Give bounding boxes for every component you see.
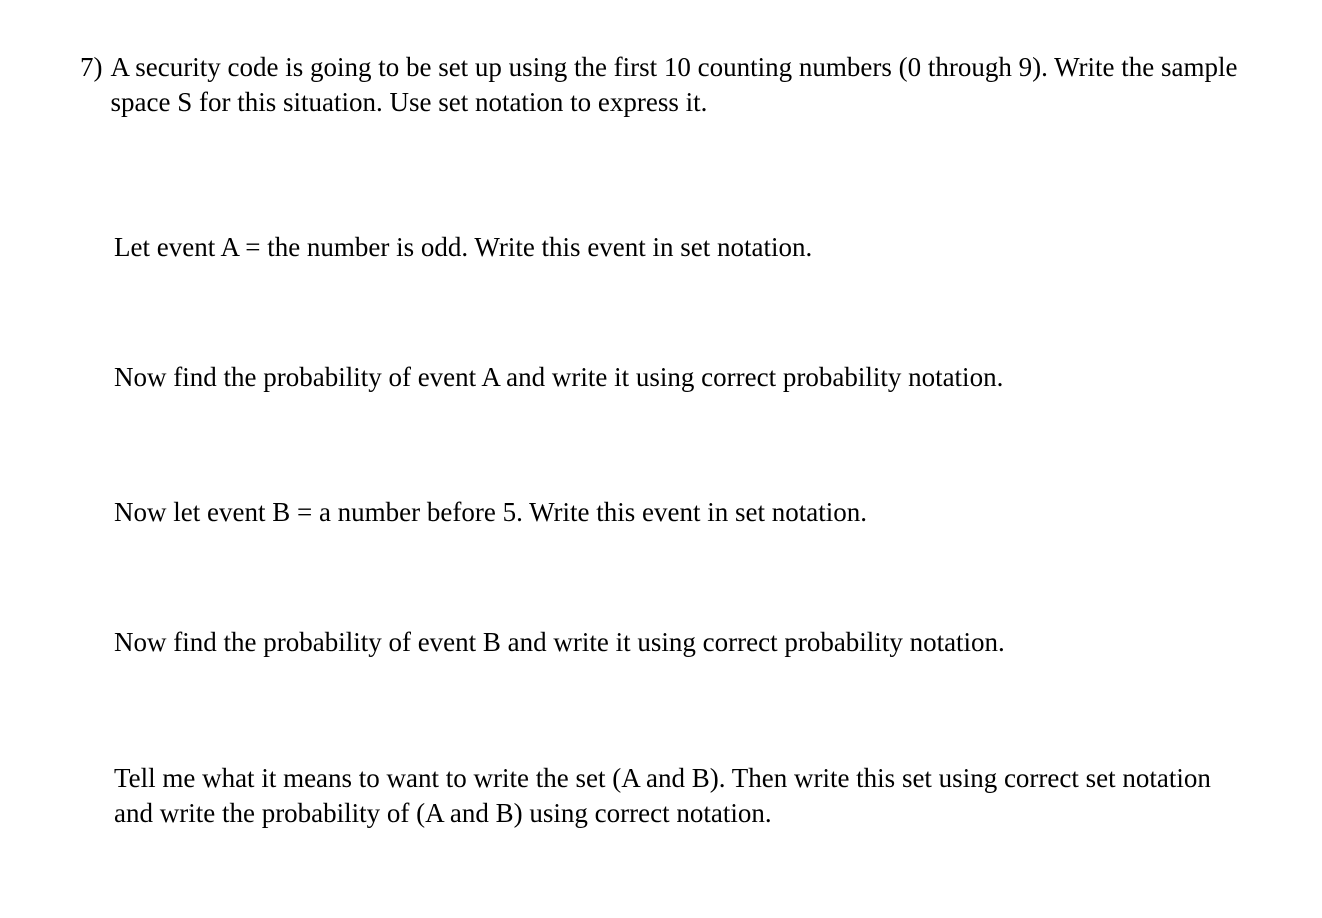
part-b: Now find the probability of event A and … xyxy=(80,360,1242,395)
question-number: 7) xyxy=(80,50,111,120)
question-prompt: A security code is going to be set up us… xyxy=(111,50,1243,120)
part-c: Now let event B = a number before 5. Wri… xyxy=(80,495,1242,530)
part-e: Tell me what it means to want to write t… xyxy=(80,761,1242,831)
part-d: Now find the probability of event B and … xyxy=(80,625,1242,660)
page: 7) A security code is going to be set up… xyxy=(0,0,1322,881)
part-a: Let event A = the number is odd. Write t… xyxy=(80,230,1242,265)
question-header: 7) A security code is going to be set up… xyxy=(80,50,1242,120)
